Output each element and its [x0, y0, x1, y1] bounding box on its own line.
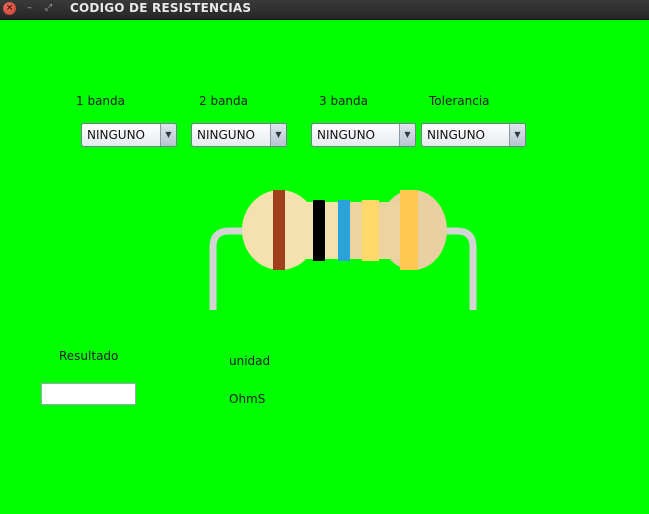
- band1-select-value: NINGUNO: [87, 128, 145, 142]
- tolerance-select[interactable]: NINGUNO ▼: [421, 123, 526, 147]
- band2-select-value: NINGUNO: [197, 128, 255, 142]
- band3-label: 3 banda: [319, 94, 368, 108]
- maximize-button[interactable]: ⤢: [42, 2, 55, 15]
- result-field[interactable]: [41, 383, 136, 405]
- band1-select[interactable]: NINGUNO ▼: [81, 123, 177, 147]
- band3-select[interactable]: NINGUNO ▼: [311, 123, 416, 147]
- band2-select[interactable]: NINGUNO ▼: [191, 123, 287, 147]
- band1-label: 1 banda: [76, 94, 125, 108]
- minimize-button[interactable]: –: [23, 2, 36, 15]
- resistor-illustration: [209, 190, 477, 310]
- result-label: Resultado: [59, 349, 119, 363]
- app-window: × – ⤢ CODIGO DE RESISTENCIAS 1 banda 2 b…: [0, 0, 649, 514]
- resistor-band-1: [273, 190, 285, 270]
- chevron-down-icon[interactable]: ▼: [160, 124, 176, 146]
- unit-label: unidad: [229, 354, 271, 368]
- chevron-down-icon[interactable]: ▼: [509, 124, 525, 146]
- chevron-down-icon[interactable]: ▼: [399, 124, 415, 146]
- resistor-band-4: [362, 200, 379, 261]
- band2-label: 2 banda: [199, 94, 248, 108]
- unit-value: OhmS: [229, 392, 266, 406]
- chevron-down-icon[interactable]: ▼: [270, 124, 286, 146]
- close-button[interactable]: ×: [3, 2, 16, 15]
- resistor-band-tolerance: [400, 190, 418, 270]
- tolerance-select-value: NINGUNO: [427, 128, 485, 142]
- window-title: CODIGO DE RESISTENCIAS: [70, 1, 252, 15]
- tolerance-label: Tolerancia: [429, 94, 490, 108]
- band3-select-value: NINGUNO: [317, 128, 375, 142]
- resistor-band-3: [338, 200, 350, 261]
- title-bar: × – ⤢ CODIGO DE RESISTENCIAS: [0, 0, 649, 20]
- resistor-band-2: [313, 200, 325, 261]
